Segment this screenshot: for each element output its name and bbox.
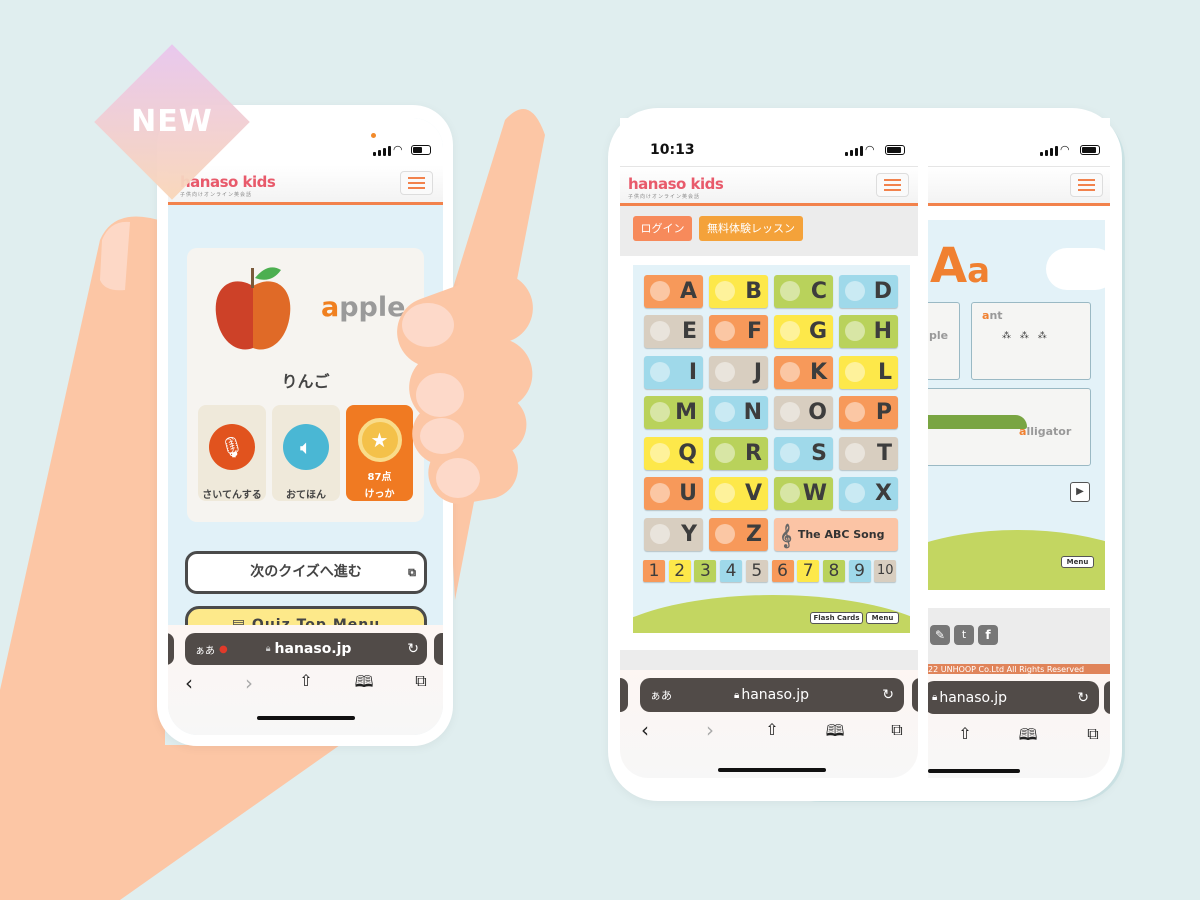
new-badge-label: NEW (131, 104, 213, 139)
